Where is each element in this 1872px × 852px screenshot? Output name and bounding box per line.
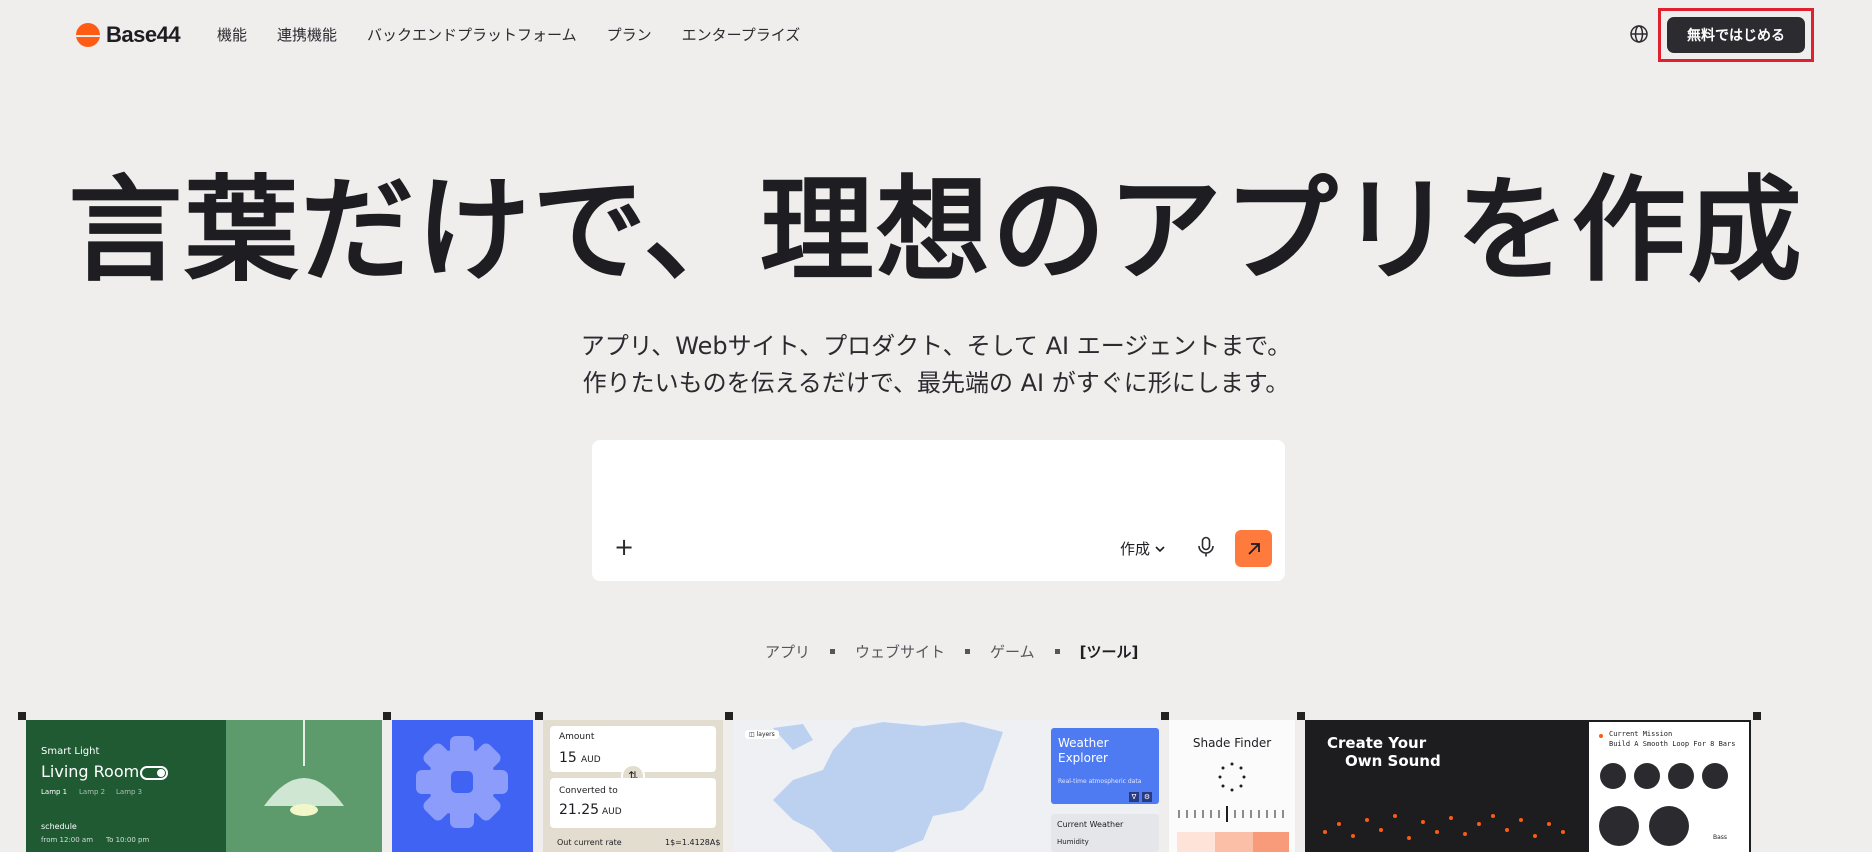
legend-bass: Bass xyxy=(1713,834,1728,841)
toggle-knob xyxy=(157,769,165,777)
selection-handle xyxy=(383,712,391,720)
lamp-tab[interactable]: Lamp 1 xyxy=(41,788,67,796)
weather-header: Weather Explorer Real-time atmospheric d… xyxy=(1051,728,1159,804)
selection-handle xyxy=(1753,712,1761,720)
tab-tools[interactable]: [ツール] xyxy=(1080,641,1139,662)
filter-icon[interactable]: ∇ xyxy=(1129,792,1139,802)
smart-light-title: Smart Light xyxy=(41,746,100,757)
schedule-label: schedule xyxy=(41,822,77,831)
layers-label: layers xyxy=(756,731,775,738)
lamp-icon xyxy=(264,720,344,816)
nav-item-features[interactable]: 機能 xyxy=(217,24,247,45)
nav-item-integrations[interactable]: 連携機能 xyxy=(277,24,337,45)
brand-logo[interactable]: Base44 xyxy=(76,22,181,48)
cta-highlight: 無料ではじめる xyxy=(1658,8,1814,62)
weather-title: Weather Explorer xyxy=(1058,736,1109,765)
brand-name: Base44 xyxy=(106,22,181,47)
sound-wave-dots xyxy=(1323,814,1565,840)
prompt-box: + 作成 xyxy=(592,440,1285,581)
weather-subtitle: Real-time atmospheric data xyxy=(1058,778,1142,785)
chevron-down-icon xyxy=(1155,545,1165,552)
synth-knobs[interactable] xyxy=(1589,722,1749,852)
shade-finder-card[interactable]: Shade Finder xyxy=(1169,720,1295,852)
prompt-input[interactable] xyxy=(612,456,1262,516)
sound-creator-card[interactable]: Create Your Own Sound Current Mission Bu… xyxy=(1305,720,1751,852)
start-free-button[interactable]: 無料ではじめる xyxy=(1667,17,1805,53)
lamp-preview xyxy=(226,720,382,852)
humidity-label: Humidity xyxy=(1057,838,1089,846)
amount-value: 15 xyxy=(559,750,577,766)
nav-item-pricing[interactable]: プラン xyxy=(607,24,652,45)
light-toggle[interactable] xyxy=(140,766,168,780)
schedule-to[interactable]: To 10:00 pm xyxy=(106,836,149,844)
globe-icon[interactable] xyxy=(1629,24,1649,44)
converted-unit: AUD xyxy=(602,807,622,817)
converted-label: Converted to xyxy=(559,786,618,796)
hero-title: 言葉だけで、理想のアプリを作成 xyxy=(68,164,1804,297)
rate-label: Out current rate xyxy=(557,838,622,847)
layers-chip[interactable]: ◫ layers xyxy=(745,730,779,739)
current-weather-panel: Current Weather Humidity xyxy=(1051,814,1159,852)
category-tabs: アプリ ウェブサイト ゲーム [ツール] xyxy=(765,641,1138,662)
rate-value: 1$=1.4128A$ xyxy=(665,838,721,847)
top-navigation-bar: Base44 機能 連携機能 バックエンドプラットフォーム プラン エンタープラ… xyxy=(0,0,1872,68)
tab-websites[interactable]: ウェブサイト xyxy=(855,641,945,662)
selection-handle xyxy=(725,712,733,720)
separator-dot xyxy=(1054,649,1060,654)
selection-handle xyxy=(535,712,543,720)
mission-panel: Current Mission Build A Smooth Loop For … xyxy=(1589,722,1749,852)
settings-card[interactable] xyxy=(392,720,533,852)
nav-item-enterprise[interactable]: エンタープライズ xyxy=(682,24,801,45)
base44-logo-icon xyxy=(76,23,100,47)
amount-unit: AUD xyxy=(581,755,601,765)
mode-dropdown[interactable]: 作成 xyxy=(1120,538,1166,559)
tab-apps[interactable]: アプリ xyxy=(765,641,810,662)
selection-handle xyxy=(18,712,26,720)
amount-label: Amount xyxy=(559,732,595,742)
showcase-gallery: Smart Light Living Room Lamp 1 Lamp 2 La… xyxy=(0,712,1872,852)
plus-icon[interactable]: + xyxy=(614,535,634,559)
separator-dot xyxy=(830,649,836,654)
microphone-icon[interactable] xyxy=(1196,536,1216,558)
hero-subtitle: アプリ、Webサイト、プロダクト、そして AI エージェントまで。 作りたいもの… xyxy=(0,328,1872,402)
layers-icon: ◫ xyxy=(749,731,755,738)
room-name: Living Room xyxy=(41,762,140,781)
tab-games[interactable]: ゲーム xyxy=(990,641,1035,662)
main-nav: 機能 連携機能 バックエンドプラットフォーム プラン エンタープライズ xyxy=(217,24,800,45)
hero-subtitle-line-1: アプリ、Webサイト、プロダクト、そして AI エージェントまで。 xyxy=(580,332,1292,360)
gear-icon xyxy=(416,736,508,828)
converted-value: 21.25 xyxy=(559,802,600,818)
separator-dot xyxy=(965,649,971,654)
lamp-tab[interactable]: Lamp 2 xyxy=(79,788,105,796)
selection-handle xyxy=(1161,712,1169,720)
current-weather-label: Current Weather xyxy=(1057,820,1124,829)
nav-item-backend-platform[interactable]: バックエンドプラットフォーム xyxy=(367,24,577,45)
converted-box[interactable]: Converted to 21.25 AUD xyxy=(550,778,716,828)
weather-explorer-card[interactable]: ◫ layers Weather Explorer Real-time atmo… xyxy=(733,720,1159,852)
loading-spinner-icon xyxy=(1177,762,1289,852)
hero-subtitle-line-2: 作りたいものを伝えるだけで、最先端の AI がすぐに形にします。 xyxy=(582,369,1290,397)
smart-light-card[interactable]: Smart Light Living Room Lamp 1 Lamp 2 La… xyxy=(26,720,382,852)
selection-handle xyxy=(1297,712,1305,720)
currency-converter-card[interactable]: Amount 15 AUD ⇅ Converted to 21.25 AUD O… xyxy=(543,720,723,852)
schedule-from[interactable]: from 12:00 am xyxy=(41,836,93,844)
settings-icon[interactable]: ⚙ xyxy=(1142,792,1152,802)
europe-map[interactable] xyxy=(733,720,1033,852)
arrow-up-right-icon xyxy=(1247,542,1260,555)
mode-label: 作成 xyxy=(1120,540,1151,558)
lamp-tab[interactable]: Lamp 3 xyxy=(116,788,142,796)
send-button[interactable] xyxy=(1235,530,1272,567)
